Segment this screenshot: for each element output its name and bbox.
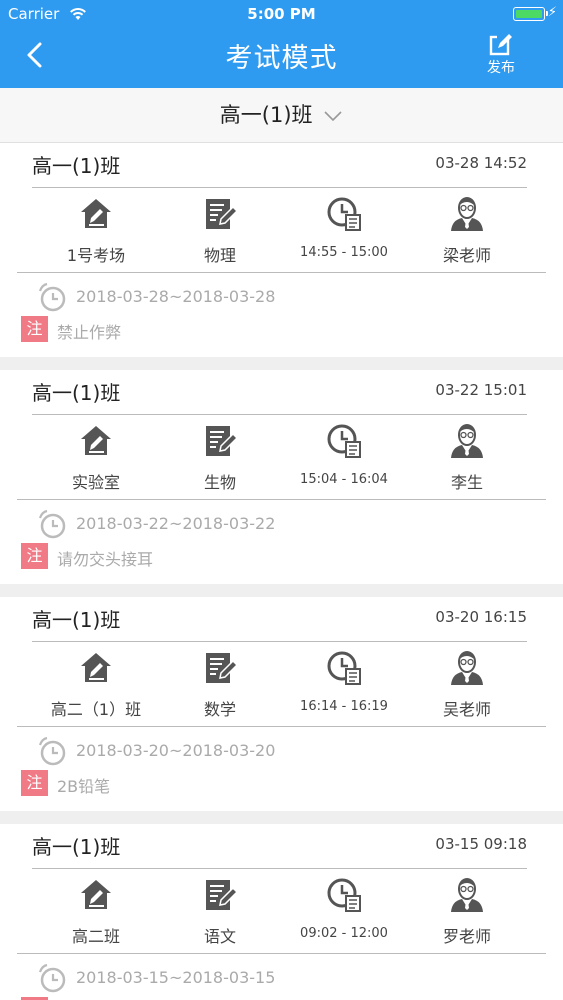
exam-date-range: 2018-03-28~2018-03-28	[76, 287, 276, 306]
exam-class-name: 高一(1)班	[32, 608, 121, 632]
house-icon	[81, 199, 111, 228]
exam-time-span-label: 16:14 - 16:19	[300, 699, 388, 714]
exam-info-row: 实验室 生物 15:04 - 16:04 李生	[17, 415, 546, 500]
exam-card-footer: 2018-03-20~2018-03-20 注 2B铅笔	[0, 727, 563, 811]
exam-subject: 物理	[160, 196, 280, 266]
exam-time-span: 16:14 - 16:19	[284, 650, 404, 714]
exam-class-name: 高一(1)班	[32, 835, 121, 859]
exam-created-date: 03-15 09:18	[435, 835, 527, 853]
exam-time-span-label: 15:04 - 16:04	[300, 472, 388, 487]
exam-date-range: 2018-03-22~2018-03-22	[76, 514, 276, 533]
alarm-clock-icon	[38, 736, 66, 766]
exam-room-label: 高二（1）班	[50, 700, 142, 719]
document-edit-icon	[206, 653, 238, 683]
clock-schedule-icon	[327, 651, 361, 685]
exam-subject-label: 语文	[203, 927, 236, 946]
exam-card-footer: 2018-03-15~2018-03-15 注	[0, 954, 563, 1000]
exam-card-header: 高一(1)班 03-20 16:15	[32, 597, 527, 642]
exam-class-name: 高一(1)班	[32, 154, 121, 178]
navigation-bar: 考试模式 发布	[0, 28, 563, 88]
exam-card-header: 高一(1)班 03-15 09:18	[32, 824, 527, 869]
alarm-clock-icon	[38, 282, 66, 312]
house-icon	[81, 426, 111, 455]
alarm-clock-icon	[38, 963, 66, 993]
exam-time-span-label: 09:02 - 12:00	[300, 926, 388, 941]
publish-button[interactable]: 发布	[479, 33, 523, 77]
exam-subject: 数学	[160, 650, 280, 720]
teacher-avatar-icon	[451, 878, 483, 912]
exam-card[interactable]: 高一(1)班 03-22 15:01 实验室 生物 15:04 - 16:04 …	[0, 370, 563, 584]
exam-time-span-label: 14:55 - 15:00	[300, 245, 388, 260]
exam-card-header: 高一(1)班 03-28 14:52	[32, 143, 527, 188]
chevron-down-icon	[324, 111, 342, 122]
exam-subject-label: 物理	[203, 246, 236, 265]
publish-label: 发布	[487, 60, 515, 76]
teacher-avatar-icon	[451, 424, 483, 458]
exam-room: 实验室	[36, 423, 156, 493]
alarm-clock-icon	[38, 509, 66, 539]
exam-note: 禁止作弊	[57, 323, 122, 342]
document-edit-icon	[206, 426, 238, 456]
exam-info-row: 1号考场 物理 14:55 - 15:00 梁老师	[17, 188, 546, 273]
exam-teacher: 罗老师	[407, 877, 527, 947]
selected-class-label: 高一(1)班	[219, 103, 313, 127]
exam-date-range: 2018-03-15~2018-03-15	[76, 968, 276, 987]
exam-note: 请勿交头接耳	[57, 550, 154, 569]
exam-room-label: 实验室	[71, 473, 120, 492]
clock: 5:00 PM	[247, 5, 316, 23]
clock-schedule-icon	[327, 197, 361, 231]
exam-list: 高一(1)班 03-28 14:52 1号考场 物理 14:55 - 15:00…	[0, 143, 563, 1000]
exam-date-range: 2018-03-20~2018-03-20	[76, 741, 276, 760]
exam-subject-label: 生物	[203, 473, 236, 492]
exam-subject: 语文	[160, 877, 280, 947]
exam-created-date: 03-22 15:01	[435, 381, 527, 399]
exam-card[interactable]: 高一(1)班 03-20 16:15 高二（1）班 数学 16:14 - 16:…	[0, 597, 563, 811]
note-badge: 注	[21, 316, 48, 342]
house-icon	[81, 880, 111, 909]
exam-class-name: 高一(1)班	[32, 381, 121, 405]
exam-room: 高二（1）班	[36, 650, 156, 720]
exam-teacher-label: 罗老师	[442, 927, 491, 946]
exam-card-footer: 2018-03-22~2018-03-22 注 请勿交头接耳	[0, 500, 563, 584]
exam-room-label: 1号考场	[66, 246, 126, 265]
exam-time-span: 14:55 - 15:00	[284, 196, 404, 260]
house-icon	[81, 653, 111, 682]
exam-teacher: 梁老师	[407, 196, 527, 266]
exam-time-span: 15:04 - 16:04	[284, 423, 404, 487]
exam-subject: 生物	[160, 423, 280, 493]
exam-teacher-label: 梁老师	[442, 246, 491, 265]
note-badge: 注	[21, 770, 48, 796]
document-edit-icon	[206, 880, 238, 910]
exam-card[interactable]: 高一(1)班 03-28 14:52 1号考场 物理 14:55 - 15:00…	[0, 143, 563, 357]
teacher-avatar-icon	[451, 651, 483, 685]
exam-note: 2B铅笔	[57, 777, 111, 796]
teacher-avatar-icon	[451, 197, 483, 231]
exam-info-row: 高二班 语文 09:02 - 12:00 罗老师	[17, 869, 546, 954]
exam-teacher: 吴老师	[407, 650, 527, 720]
exam-room-label: 高二班	[71, 927, 120, 946]
class-selector-dropdown[interactable]: 高一(1)班	[0, 88, 563, 143]
exam-teacher-label: 李生	[450, 473, 483, 492]
exam-card[interactable]: 高一(1)班 03-15 09:18 高二班 语文 09:02 - 12:00 …	[0, 824, 563, 1000]
exam-teacher-label: 吴老师	[442, 700, 491, 719]
charging-bolt-icon: ⚡	[547, 5, 557, 20]
note-badge: 注	[21, 543, 48, 569]
exam-card-header: 高一(1)班 03-22 15:01	[32, 370, 527, 415]
exam-room: 1号考场	[36, 196, 156, 266]
exam-subject-label: 数学	[203, 700, 236, 719]
exam-created-date: 03-20 16:15	[435, 608, 527, 626]
edit-icon	[489, 34, 512, 56]
exam-created-date: 03-28 14:52	[435, 154, 527, 172]
exam-info-row: 高二（1）班 数学 16:14 - 16:19 吴老师	[17, 642, 546, 727]
clock-schedule-icon	[327, 424, 361, 458]
exam-time-span: 09:02 - 12:00	[284, 877, 404, 941]
exam-card-footer: 2018-03-28~2018-03-28 注 禁止作弊	[0, 273, 563, 357]
status-bar: Carrier 5:00 PM ⚡	[0, 0, 563, 28]
exam-room: 高二班	[36, 877, 156, 947]
clock-schedule-icon	[327, 878, 361, 912]
document-edit-icon	[206, 199, 238, 229]
exam-teacher: 李生	[407, 423, 527, 493]
battery-icon	[513, 7, 548, 21]
